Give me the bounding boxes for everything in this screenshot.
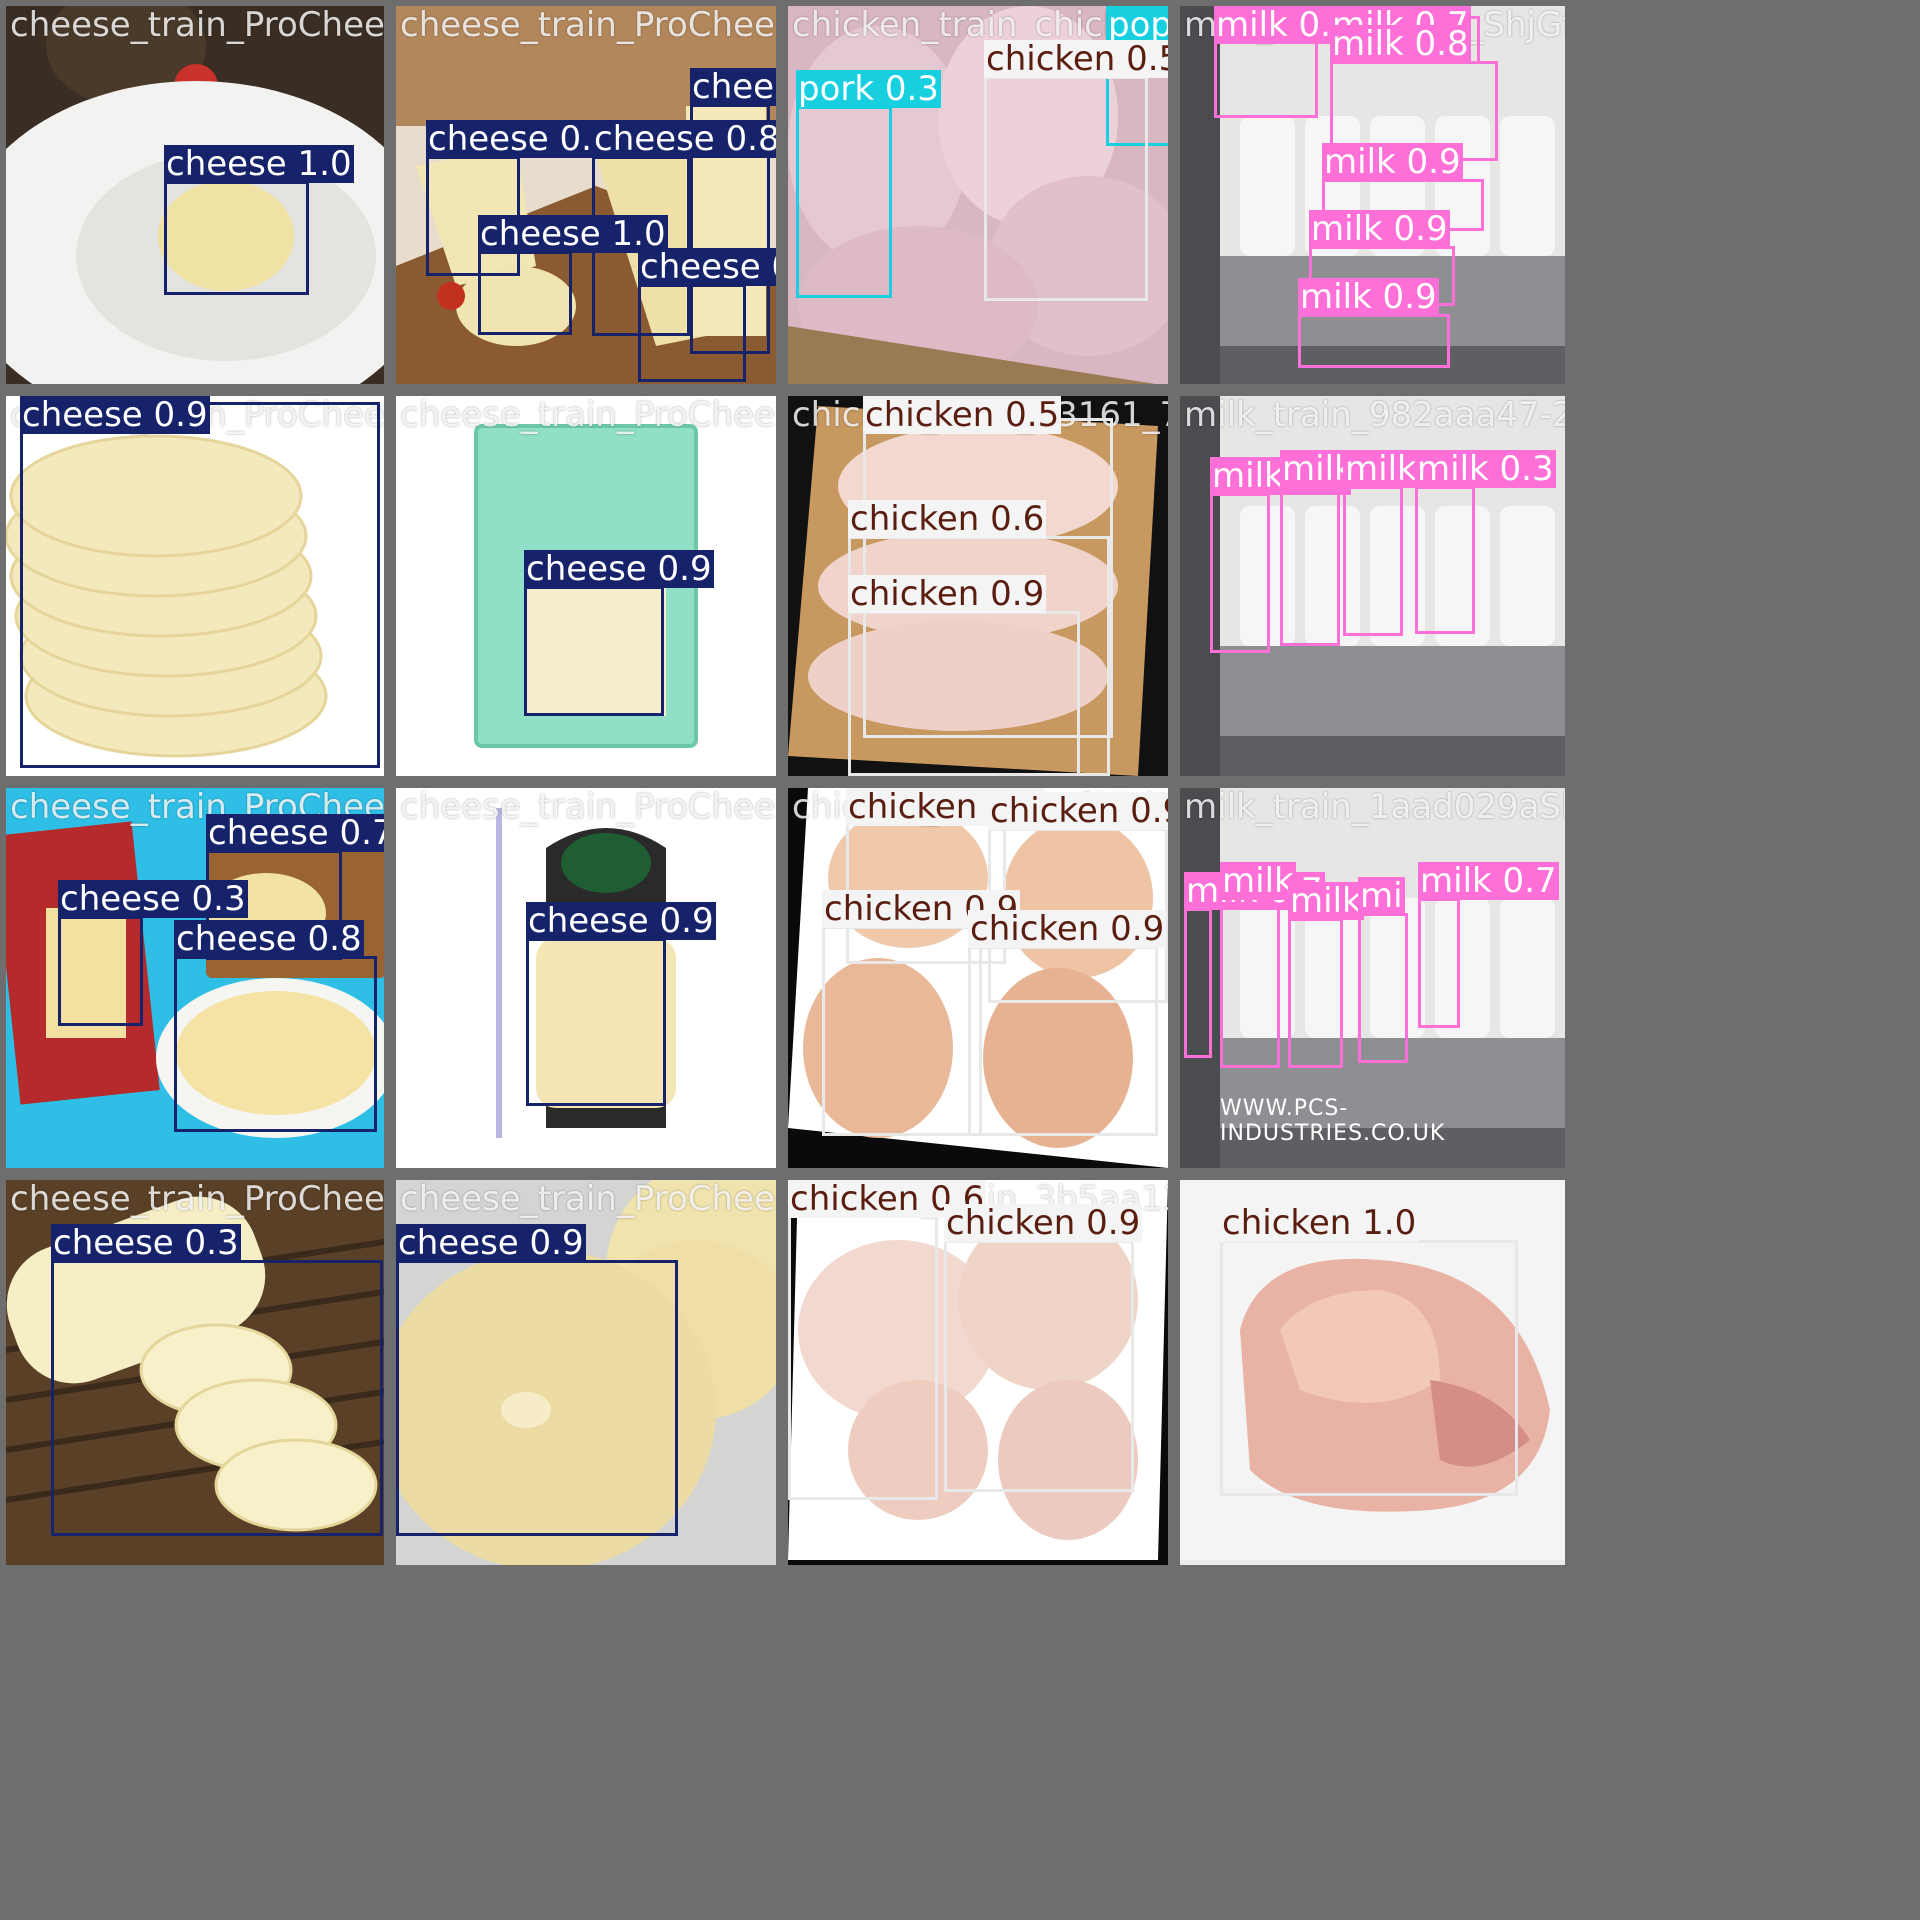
detection-label: milk 0.8 xyxy=(1330,24,1471,64)
bounding-box xyxy=(1415,486,1475,634)
bounding-box xyxy=(968,946,1158,1136)
detection-label: cheese 0.8 xyxy=(174,919,364,959)
bounding-box xyxy=(984,76,1148,301)
tile-filename: cheese_train_ProCheese16_jpeg xyxy=(400,1180,776,1219)
detection-label: cheese 0.9 xyxy=(396,1223,586,1263)
bounding-box xyxy=(524,586,664,716)
tile-filename: cheese_train_ProCheese25_jpeg.rf.61c5 xyxy=(400,6,776,45)
bounding-box xyxy=(174,956,377,1132)
mosaic-tile: cheese 0.9 cheese_train_ProCheese16_jpeg xyxy=(396,1180,776,1565)
detection-label: cheese 0.5 xyxy=(426,119,616,159)
bounding-box xyxy=(1184,908,1212,1058)
detection-label: chicken 0.9 xyxy=(968,909,1167,949)
detection-label: pork 0.3 xyxy=(796,69,941,109)
detection-label: cheese xyxy=(690,68,776,106)
tile-filename: cheese_train_ProCheese17_jpeg xyxy=(400,788,776,827)
mosaic-tile: cheese 0.9 cheese_train_ProCheese18_jpeg xyxy=(396,396,776,776)
detection-label: cheese 0.8 xyxy=(592,120,776,158)
detection-label: cheese 0.7 xyxy=(206,814,384,852)
detection-mosaic: cheese 1.0 cheese_train_ProCheese46_jpeg.… xyxy=(0,0,1920,1920)
detection-label: cheese 0.9 xyxy=(638,248,776,286)
bounding-box xyxy=(1298,314,1450,368)
tile-filename: milk_train_1aad029aShjGfEiM-0 xyxy=(1184,788,1565,827)
detection-label: cheese 0.3 xyxy=(51,1223,241,1263)
tile-filename: milk_train_982aaa47-2OaShjGfEiM- xyxy=(1184,396,1565,435)
bounding-box xyxy=(478,251,572,335)
detection-label: chicken 1.0 xyxy=(1220,1203,1419,1243)
bounding-box xyxy=(944,1240,1134,1492)
mosaic-tile: chicken 1.0 xyxy=(1180,1180,1565,1565)
mosaic-tile: cheese 1.0 cheese_train_ProCheese46_jpeg.… xyxy=(6,6,384,384)
detection-label: cheese 1.0 xyxy=(164,144,354,184)
mosaic-tile: cheese 0.7 cheese 0.3 cheese 0.8 cheese_tra… xyxy=(6,788,384,1168)
detection-label: milk 0.9 xyxy=(1309,209,1450,249)
mosaic-tile: milk 0.3milk 0.7milk 0.8milk 0.9milk 0.9… xyxy=(1180,6,1565,384)
bounding-box xyxy=(638,284,746,382)
bounding-box xyxy=(20,402,380,768)
detection-label: milk 0.7 xyxy=(1418,861,1559,901)
detection-label: cheese 0.9 xyxy=(524,549,714,589)
bounding-box xyxy=(1210,493,1270,653)
bounding-box xyxy=(396,1260,678,1536)
bounding-box xyxy=(58,916,143,1026)
bounding-box xyxy=(822,926,982,1136)
mosaic-tile: cheese 0.9 cheese_train_ProCheese17_jpeg xyxy=(396,788,776,1168)
mosaic-tile: chicken 0.9 chicken 0.9 chicken 0.9 chicken… xyxy=(788,788,1168,1168)
detection-label: milk 0.9 xyxy=(1322,142,1463,182)
bounding-box xyxy=(1418,898,1460,1028)
bounding-box xyxy=(1288,918,1343,1068)
mosaic-tile: cheese 0.5cheese 0.8cheesecheese 1.0chee… xyxy=(396,6,776,384)
bounding-box xyxy=(1343,486,1403,636)
tile-filename: cheese_train_ProCheese46_jpeg.rf.1f2b770 xyxy=(10,6,384,45)
mosaic-tile: cheese 0.3 cheese_train_ProCheese29_jpeg.… xyxy=(6,1180,384,1565)
detection-label: chicken 0.9 xyxy=(988,792,1168,830)
detection-label: cheese 0.3 xyxy=(58,879,248,919)
bounding-box xyxy=(1280,486,1340,646)
mosaic-tile: chicken 0.6chicken 0.9chicken_train_3b5a… xyxy=(788,1180,1168,1565)
bounding-box xyxy=(1358,913,1408,1063)
mosaic-tile: WWW.PCS-INDUSTRIES.CO.UKmilk 0.7milkmilk… xyxy=(1180,788,1565,1168)
bounding-box xyxy=(1220,1240,1518,1496)
bounding-box xyxy=(1220,898,1280,1068)
mosaic-tile: milk 0.8milk 0.8milk 0.8milk 0.3milk_tra… xyxy=(1180,396,1565,776)
bounding-box xyxy=(788,1200,938,1500)
detection-label: mi xyxy=(1358,876,1405,916)
detection-label: milk 0.3 xyxy=(1415,449,1556,489)
tile-filename: cheese_train_ProCheese29_jpeg.rf.8327b xyxy=(10,1180,384,1219)
mosaic-tile: cheese 0.9cheese_train_ProCheese42_jpeg.… xyxy=(6,396,384,776)
detection-label: milk 0.9 xyxy=(1298,277,1439,317)
bounding-box xyxy=(164,181,309,295)
detection-label: chicken 0.9 xyxy=(944,1203,1143,1243)
detection-label: milk xyxy=(1288,881,1364,921)
bounding-box xyxy=(1214,38,1318,118)
detection-label: chicken 0.6 xyxy=(848,499,1047,539)
detection-label: cheese 0.9 xyxy=(526,901,716,941)
tile-filename: cheese_train_ProCheese18_jpeg xyxy=(400,396,776,435)
mosaic-tile: chicken 0.5chicken 0.6chicken 0.9chicken… xyxy=(788,396,1168,776)
detection-label: chicken 0.9 xyxy=(848,574,1047,614)
detection-label: milk xyxy=(1220,861,1296,901)
bounding-box xyxy=(526,938,666,1106)
watermark-text: WWW.PCS-INDUSTRIES.CO.UK xyxy=(1220,1096,1446,1146)
bounding-box xyxy=(51,1260,383,1536)
bounding-box xyxy=(796,106,892,298)
detection-label: chicken 0.5 xyxy=(984,40,1168,78)
detection-label: chicken 0.5 xyxy=(863,396,1062,435)
mosaic-tile: pork 0.3popork 0.3chicken 0.5chicken_tra… xyxy=(788,6,1168,384)
detection-label: cheese 0.9 xyxy=(20,396,210,435)
bounding-box xyxy=(848,611,1080,776)
